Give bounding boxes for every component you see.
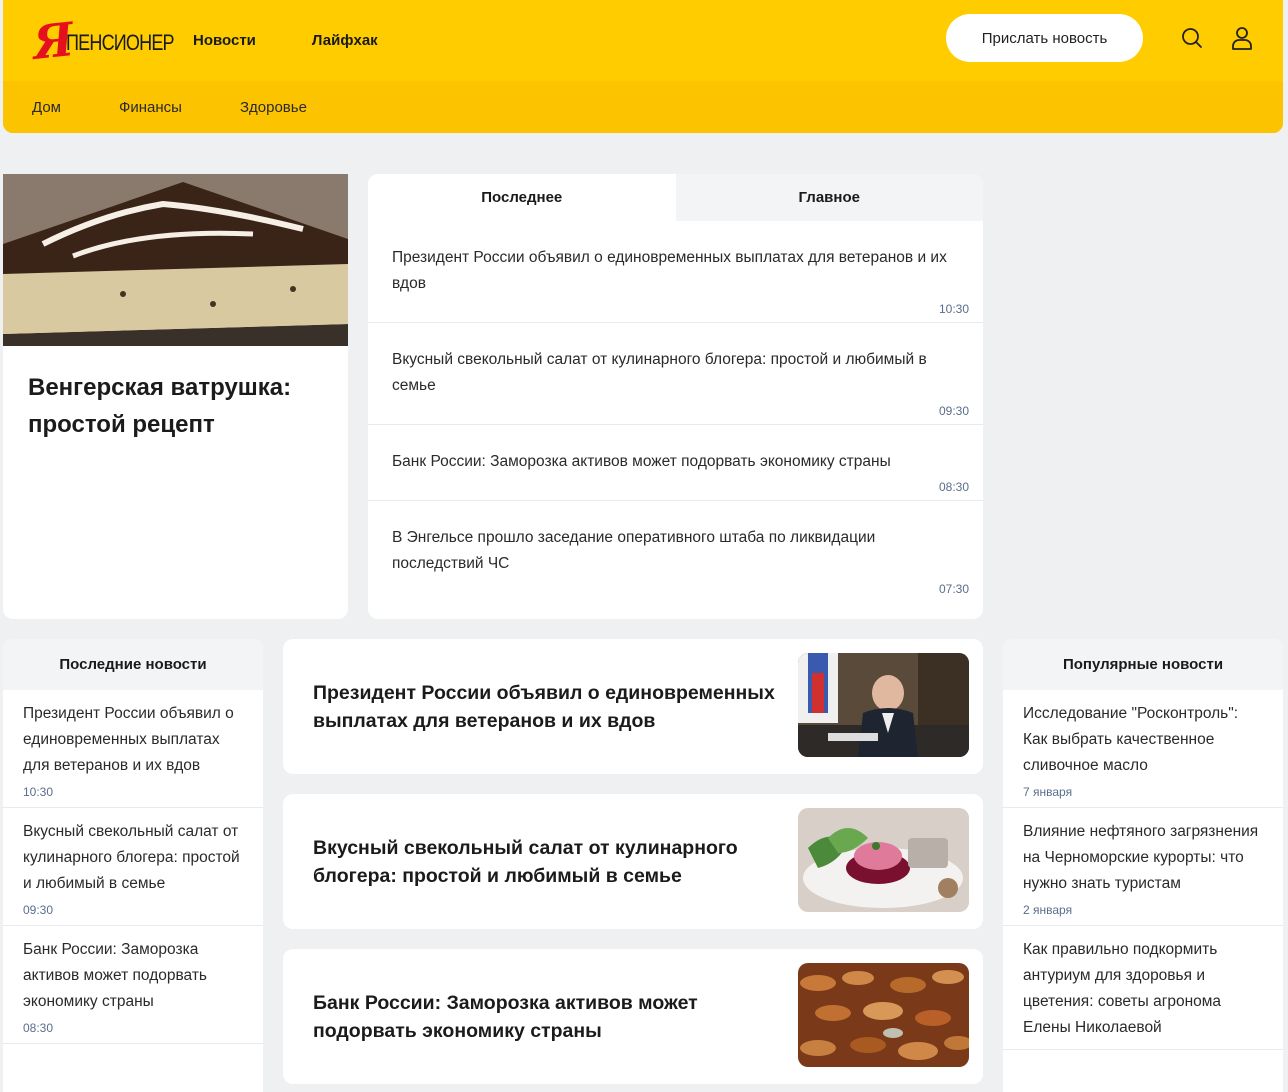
nav-lifehack[interactable]: Лайфхак: [312, 32, 378, 49]
main-nav: Новости Лайфхак: [193, 0, 434, 81]
send-news-button[interactable]: Прислать новость: [946, 14, 1143, 62]
news-time: 07:30: [938, 582, 969, 596]
search-icon[interactable]: [1178, 24, 1206, 52]
news-time: 09:30: [23, 903, 54, 917]
feature-title[interactable]: Венгерская ватрушка: простой рецепт: [3, 346, 348, 443]
news-time: 08:30: [23, 1021, 54, 1035]
news-text: Вкусный свекольный салат от кулинарного …: [23, 823, 240, 892]
list-item[interactable]: Банк России: Заморозка активов может под…: [368, 425, 983, 501]
feature-card[interactable]: Венгерская ватрушка: простой рецепт: [3, 174, 348, 619]
news-text: Влияние нефтяного загрязнения на Черномо…: [1023, 823, 1259, 892]
list-item[interactable]: В Энгельсе прошло заседание оперативного…: [368, 501, 983, 602]
latest-news-sidebar: Последние новости Президент России объяв…: [3, 639, 263, 1092]
news-text: Банк России: Заморозка активов может под…: [392, 453, 891, 470]
news-card[interactable]: Банк России: Заморозка активов может под…: [283, 949, 983, 1084]
news-text: Как правильно подкормить антуриум для зд…: [1023, 941, 1222, 1036]
news-card[interactable]: Вкусный свекольный салат от кулинарного …: [283, 794, 983, 929]
subnav-finance[interactable]: Финансы: [119, 99, 182, 116]
news-text: Банк России: Заморозка активов может под…: [23, 941, 208, 1010]
nav-news[interactable]: Новости: [193, 32, 256, 49]
news-date: 2 января: [1023, 903, 1073, 917]
sidebar-title: Популярные новости: [1003, 639, 1283, 690]
sub-nav: Дом Финансы Здоровье: [3, 81, 1283, 133]
list-item[interactable]: Вкусный свекольный салат от кулинарного …: [3, 808, 263, 926]
news-time: 10:30: [23, 785, 54, 799]
news-text: Вкусный свекольный салат от кулинарного …: [392, 351, 927, 394]
site-header: Я пенсионер Новости Лайфхак Прислать нов…: [3, 0, 1283, 133]
card-image: [798, 653, 969, 757]
header-top-bar: Я пенсионер Новости Лайфхак Прислать нов…: [3, 0, 1283, 81]
news-date: 7 января: [1023, 785, 1073, 799]
site-logo[interactable]: Я пенсионер: [30, 12, 197, 70]
news-text: Президент России объявил о единовременны…: [23, 705, 234, 774]
tab-bar: Последнее Главное: [368, 174, 983, 221]
user-icon[interactable]: [1228, 24, 1256, 52]
card-image: [798, 963, 969, 1067]
list-item[interactable]: Президент России объявил о единовременны…: [3, 690, 263, 808]
popular-news-sidebar: Популярные новости Исследование "Росконт…: [1003, 639, 1283, 1092]
feature-image: [3, 174, 348, 346]
list-item[interactable]: Влияние нефтяного загрязнения на Черномо…: [1003, 808, 1283, 926]
list-item[interactable]: Исследование "Росконтроль": Как выбрать …: [1003, 690, 1283, 808]
news-time: 08:30: [938, 480, 969, 494]
card-image: [798, 808, 969, 912]
subnav-home[interactable]: Дом: [32, 99, 61, 116]
news-time: 09:30: [938, 404, 969, 418]
logo-text: пенсионер: [65, 30, 175, 55]
news-tabs-panel: Последнее Главное Президент России объяв…: [368, 174, 983, 619]
list-item[interactable]: Президент России объявил о единовременны…: [368, 221, 983, 323]
subnav-health[interactable]: Здоровье: [240, 99, 307, 116]
card-title[interactable]: Вкусный свекольный салат от кулинарного …: [313, 794, 783, 929]
card-title[interactable]: Президент России объявил о единовременны…: [313, 639, 783, 774]
news-text: В Энгельсе прошло заседание оперативного…: [392, 529, 876, 572]
news-text: Президент России объявил о единовременны…: [392, 249, 947, 292]
tab-latest[interactable]: Последнее: [368, 174, 676, 221]
list-item[interactable]: Банк России: Заморозка активов может под…: [3, 926, 263, 1044]
sidebar-title: Последние новости: [3, 639, 263, 690]
news-time: 10:30: [938, 302, 969, 316]
list-item[interactable]: Как правильно подкормить антуриум для зд…: [1003, 926, 1283, 1050]
card-title[interactable]: Банк России: Заморозка активов может под…: [313, 949, 783, 1084]
news-text: Исследование "Росконтроль": Как выбрать …: [1023, 705, 1239, 774]
list-item[interactable]: Вкусный свекольный салат от кулинарного …: [368, 323, 983, 425]
tab-main[interactable]: Главное: [675, 174, 983, 221]
news-card[interactable]: Президент России объявил о единовременны…: [283, 639, 983, 774]
